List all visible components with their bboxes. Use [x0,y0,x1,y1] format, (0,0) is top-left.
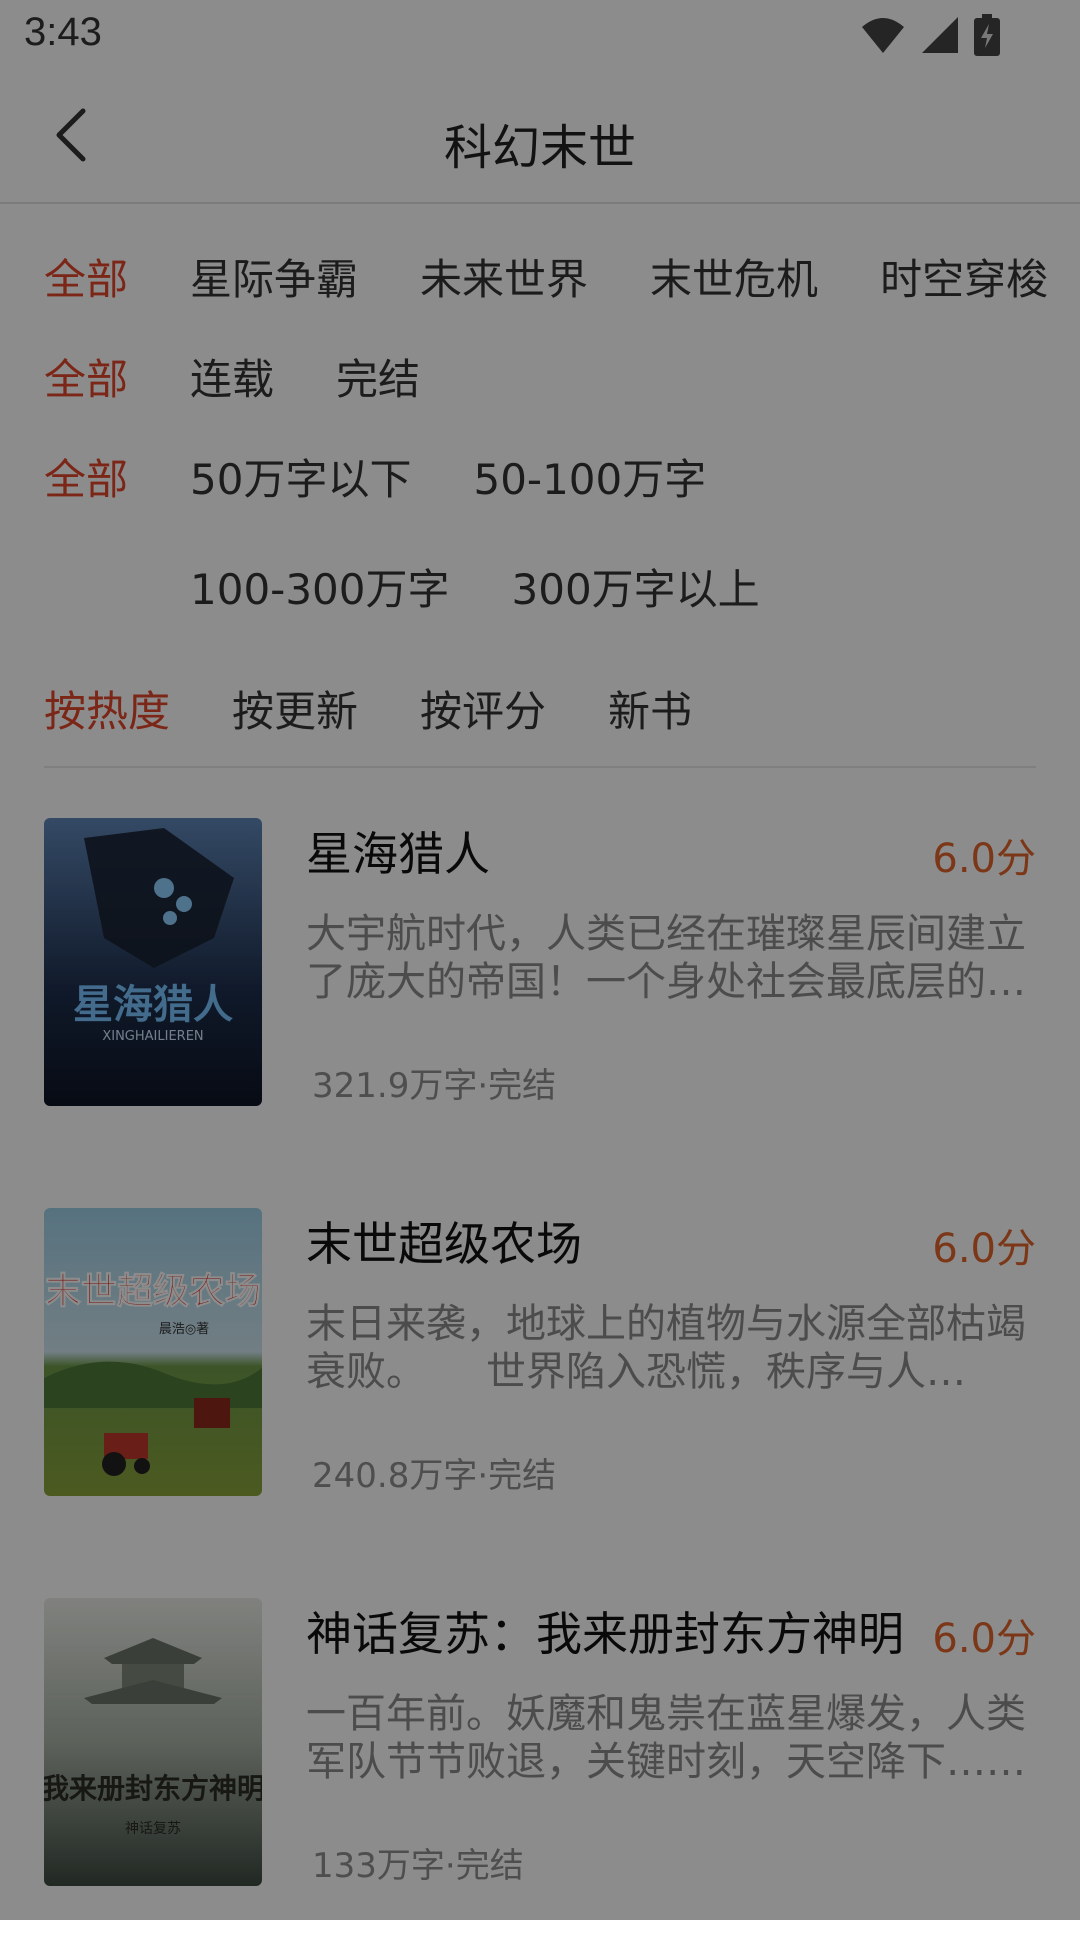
book-meta: 321.9万字·完结 [312,1066,557,1106]
sort-by-update[interactable]: 按更新 [232,684,358,740]
book-description: 一百年前。妖魔和鬼祟在蓝星爆发，人类军队节节败退，关键时刻，天空降下…… [306,1691,1026,1785]
filter-row-sort: 按热度 按更新 按评分 新书 [0,662,1080,762]
filter-length-under-50[interactable]: 50万字以下 [190,452,411,508]
filter-length-over-300[interactable]: 300万字以上 [512,562,760,618]
filter-row-length: 全部 50万字以下 50-100万字 100-300万字 300万字以上 [0,430,1080,662]
sort-by-popularity[interactable]: 按热度 [44,684,170,740]
book-list: 星海猎人 XINGHAILIEREN 星海猎人 6.0分 大宇航时代，人类已经在… [0,790,1080,1960]
cover-art-star-hunter: 星海猎人 XINGHAILIEREN [44,818,262,1106]
filter-length-all[interactable]: 全部 [44,452,128,508]
book-description: 末日来袭，地球上的植物与水源全部枯竭衰败。 世界陷入恐慌，秩序与人性…… [306,1301,1026,1395]
filter-length-50-100[interactable]: 50-100万字 [473,452,706,508]
app-header: 科幻末世 [0,72,1080,204]
filter-status-finished[interactable]: 完结 [336,352,420,408]
book-cover: 我来册封东方神明 神话复苏 [44,1598,262,1886]
filter-length-100-300[interactable]: 100-300万字 [190,562,450,618]
cover-subtitle-text: XINGHAILIEREN [102,1029,203,1044]
filter-row-status: 全部 连载 完结 [0,330,1080,430]
cover-title-text: 末世超级农场 [45,1271,261,1312]
book-meta: 133万字·完结 [312,1846,524,1886]
battery-icon [974,14,1000,56]
cover-title-text: 星海猎人 [73,982,233,1028]
cover-title-text: 我来册封东方神明 [44,1772,262,1805]
book-item[interactable]: 末世超级农场 晨浩◎著 末世超级农场 6.0分 末日来袭，地球上的植物与水源全部… [0,1180,1080,1570]
signal-icon [922,17,958,53]
cover-art-myth-revival: 我来册封东方神明 神话复苏 [44,1598,262,1886]
status-bar: 3:43 [0,0,1080,72]
book-title[interactable]: 星海猎人 [306,818,490,884]
divider [44,766,1036,768]
book-item[interactable]: 星海猎人 XINGHAILIEREN 星海猎人 6.0分 大宇航时代，人类已经在… [0,790,1080,1180]
book-item[interactable]: 我来册封东方神明 神话复苏 神话复苏：我来册封东方神明 6.0分 一百年前。妖魔… [0,1570,1080,1960]
book-cover: 星海猎人 XINGHAILIEREN [44,818,262,1106]
book-title[interactable]: 末世超级农场 [306,1208,582,1274]
filter-status-serial[interactable]: 连载 [190,352,274,408]
page-title: 科幻末世 [443,120,636,176]
book-meta: 240.8万字·完结 [312,1456,557,1496]
filter-category-time-travel[interactable]: 时空穿梭 [880,252,1048,308]
cover-art-doomsday-farm: 末世超级农场 晨浩◎著 [44,1208,262,1496]
cover-subtitle-text: 晨浩◎著 [159,1322,209,1337]
filter-category-future-world[interactable]: 未来世界 [420,252,588,308]
book-title[interactable]: 神话复苏：我来册封东方神明 [306,1598,904,1664]
status-time: 3:43 [24,10,102,54]
filter-status-all[interactable]: 全部 [44,352,128,408]
filter-category-star-war[interactable]: 星际争霸 [190,252,358,308]
filter-length-options: 50万字以下 50-100万字 100-300万字 300万字以上 [190,452,1070,618]
book-description: 大宇航时代，人类已经在璀璨星辰间建立了庞大的帝国！一个身处社会最底层的少年…… [306,911,1026,1005]
filter-category-apocalypse[interactable]: 末世危机 [650,252,818,308]
wifi-icon [862,18,904,53]
filter-category-all[interactable]: 全部 [44,252,128,308]
book-score: 6.0分 [932,836,1036,882]
filter-panel: 全部 星际争霸 未来世界 末世危机 时空穿梭 全部 连载 完结 全部 50万字以… [0,230,1080,762]
filter-row-category: 全部 星际争霸 未来世界 末世危机 时空穿梭 [0,230,1080,330]
sort-by-rating[interactable]: 按评分 [420,684,546,740]
book-score: 6.0分 [932,1226,1036,1272]
book-score: 6.0分 [932,1616,1036,1662]
status-icons [860,14,1000,56]
sort-new-books[interactable]: 新书 [608,684,692,740]
cover-subtitle-text: 神话复苏 [125,1820,181,1837]
book-cover: 末世超级农场 晨浩◎著 [44,1208,262,1496]
